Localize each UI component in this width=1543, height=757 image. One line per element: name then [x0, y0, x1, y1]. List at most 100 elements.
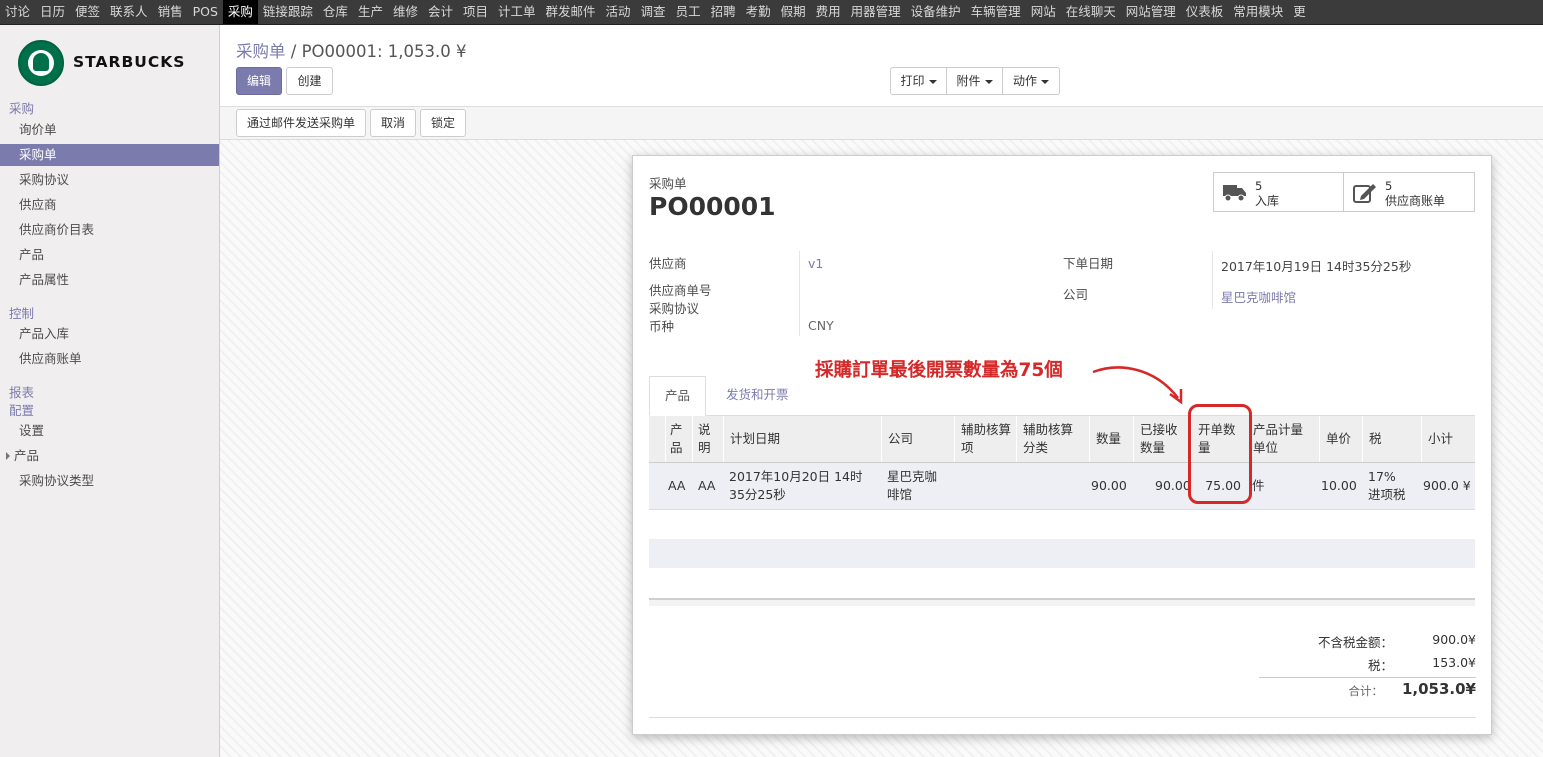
topmenu-item[interactable]: POS	[188, 0, 223, 24]
annotation-highlight-box	[1188, 404, 1252, 504]
sidebar-item-purchase-orders[interactable]: 采购单	[0, 144, 219, 166]
print-dropdown[interactable]: 打印	[890, 67, 947, 95]
vendor-field[interactable]: v1	[808, 256, 823, 271]
topmenu-item[interactable]: 车辆管理	[966, 0, 1026, 24]
topmenu-item[interactable]: 群发邮件	[541, 0, 601, 24]
col-qty-received[interactable]: 已接收数量	[1133, 416, 1189, 462]
control-panel: 采购单 / PO00001: 1,053.0 ¥ 编辑 创建 打印 附件 动作	[220, 25, 1543, 107]
topmenu-item[interactable]: 更	[1288, 0, 1311, 24]
order-date-field[interactable]: 2017年10月19日 14时35分25秒	[1221, 256, 1411, 275]
col-company[interactable]: 公司	[881, 416, 953, 462]
add-line-row[interactable]	[649, 539, 1475, 568]
table-row[interactable]: AA AA 2017年10月20日 14时35分25秒 星巴克咖啡馆 90.00…	[649, 463, 1475, 510]
top-menu-bar: 讨论 日历 便签 联系人 销售 POS 采购 链接跟踪 仓库 生产 维修 会计 项目 计工单 群发邮件 活动调…	[0, 0, 1543, 25]
cell-uom: 件	[1252, 478, 1265, 493]
topmenu-item[interactable]: 在线聊天	[1061, 0, 1121, 24]
col-subtotal[interactable]: 小计	[1421, 416, 1475, 462]
sidebar-item-vendor-bills[interactable]: 供应商账单	[0, 348, 219, 370]
topmenu-item[interactable]: 网站	[1026, 0, 1061, 24]
col-date-planned[interactable]: 计划日期	[723, 416, 879, 462]
create-button[interactable]: 创建	[286, 67, 333, 95]
col-analytic-tags[interactable]: 辅助核算分类	[1016, 416, 1088, 462]
topmenu-item[interactable]: 采购	[222, 0, 258, 24]
smart-button-receipts[interactable]: 5 入库	[1213, 172, 1344, 212]
annotation-text: 採購訂單最後開票數量為75個	[815, 360, 1063, 381]
topmenu-item[interactable]: 讨论	[0, 0, 35, 24]
sidebar-section-report[interactable]: 报表	[9, 382, 34, 401]
starbucks-logo[interactable]: STARBUCKS	[18, 40, 208, 88]
col-price-unit[interactable]: 单价	[1319, 416, 1361, 462]
vendor-bills-label: 供应商账单	[1385, 194, 1446, 208]
sidebar-item-config-products[interactable]: 产品	[0, 445, 219, 467]
cancel-button[interactable]: 取消	[370, 109, 416, 137]
sidebar-item-settings[interactable]: 设置	[0, 420, 219, 442]
topmenu-item[interactable]: 设备维护	[906, 0, 966, 24]
topmenu-item[interactable]: 招聘	[706, 0, 741, 24]
col-product[interactable]: 产品	[665, 416, 690, 462]
col-analytic-account[interactable]: 辅助核算项	[954, 416, 1016, 462]
topmenu-item[interactable]: 维修	[388, 0, 423, 24]
company-field[interactable]: 星巴克咖啡馆	[1221, 287, 1296, 306]
caret-down-icon	[984, 79, 993, 84]
topmenu-item[interactable]: 网站管理	[1121, 0, 1181, 24]
sidebar-item-purchase-agreements[interactable]: 采购协议	[0, 169, 219, 191]
topmenu-item[interactable]: 仪表板	[1181, 0, 1229, 24]
print-label: 打印	[900, 74, 925, 88]
edit-button[interactable]: 编辑	[236, 67, 282, 95]
sidebar-item-products[interactable]: 产品	[0, 244, 219, 266]
cell-subtotal: 900.0 ¥	[1423, 478, 1471, 493]
cell-analytic-tags	[1016, 463, 1088, 509]
topmenu-item[interactable]: 生产	[353, 0, 388, 24]
sidebar-item-label: 产品	[14, 448, 40, 463]
topmenu-item[interactable]: 用器管理	[846, 0, 906, 24]
topmenu-item[interactable]: 销售	[153, 0, 188, 24]
topmenu-item[interactable]: 联系人	[105, 0, 153, 24]
currency-field[interactable]: CNY	[808, 318, 834, 333]
receipts-label: 入库	[1255, 194, 1280, 208]
col-uom[interactable]: 产品计量单位	[1249, 416, 1319, 462]
topmenu-item[interactable]: 计工单	[493, 0, 541, 24]
topmenu-item[interactable]: 日历	[35, 0, 70, 24]
topmenu-item[interactable]: 考勤	[741, 0, 776, 24]
order-date-label: 下单日期	[1063, 256, 1114, 271]
sidebar-item-agreement-types[interactable]: 采购协议类型	[0, 470, 219, 492]
topmenu-item[interactable]: 费用	[811, 0, 846, 24]
topmenu-item[interactable]: 项目	[458, 0, 493, 24]
col-taxes[interactable]: 税	[1362, 416, 1420, 462]
caret-down-icon	[1041, 79, 1049, 84]
sidebar-item-vendors[interactable]: 供应商	[0, 194, 219, 216]
tab-shipping-invoicing[interactable]: 发货和开票	[711, 376, 804, 416]
caret-right-icon	[6, 452, 10, 460]
action-dropdown[interactable]: 动作	[1002, 67, 1060, 95]
vendor-bills-count: 5	[1385, 179, 1393, 193]
attachment-dropdown[interactable]: 附件	[946, 67, 1003, 95]
edit-icon	[1353, 184, 1376, 203]
col-quantity[interactable]: 数量	[1089, 416, 1132, 462]
sidebar-section-purchase: 采购	[9, 101, 35, 116]
topmenu-item[interactable]: 会计	[423, 0, 458, 24]
cell-product: AA	[668, 478, 686, 493]
tab-products[interactable]: 产品	[649, 376, 707, 416]
lock-button[interactable]: 锁定	[420, 109, 466, 137]
sidebar-item-vendor-pricelists[interactable]: 供应商价目表	[0, 219, 219, 241]
sidebar-item-product-attributes[interactable]: 产品属性	[0, 269, 219, 291]
send-po-email-button[interactable]: 通过邮件发送采购单	[236, 109, 366, 137]
topmenu-item[interactable]: 假期	[776, 0, 811, 24]
cell-quantity: 90.00	[1091, 478, 1127, 493]
sidebar-item-rfq[interactable]: 询价单	[0, 119, 219, 141]
sidebar-item-incoming-products[interactable]: 产品入库	[0, 323, 219, 345]
cell-date-planned: 2017年10月20日 14时35分25秒	[729, 469, 863, 502]
topmenu-item[interactable]: 调查	[636, 0, 671, 24]
cell-description: AA	[698, 478, 716, 493]
topmenu-item[interactable]: 常用模块	[1228, 0, 1288, 24]
topmenu-item[interactable]: 链接跟踪	[258, 0, 318, 24]
topmenu-item[interactable]: 员工	[671, 0, 706, 24]
topmenu-item[interactable]: 仓库	[318, 0, 353, 24]
action-label: 动作	[1012, 74, 1037, 88]
topmenu-item[interactable]: 便签	[70, 0, 105, 24]
topmenu-item[interactable]: 活动	[601, 0, 636, 24]
breadcrumb-parent-link[interactable]: 采购单	[236, 42, 286, 61]
vendor-ref-label: 供应商单号	[649, 283, 712, 298]
smart-button-vendor-bills[interactable]: 5 供应商账单	[1344, 172, 1475, 212]
col-description[interactable]: 说明	[692, 416, 721, 462]
